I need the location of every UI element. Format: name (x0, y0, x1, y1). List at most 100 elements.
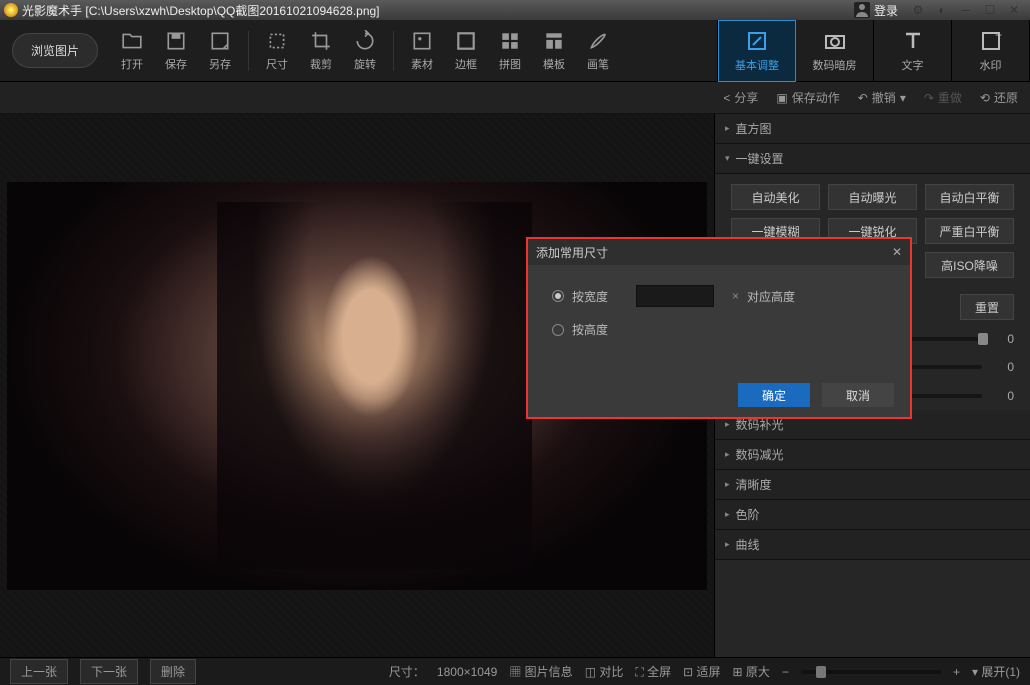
redo-button[interactable]: ↷重做 (924, 89, 962, 106)
restore-icon: ⟲ (980, 91, 990, 105)
size-value: 1800×1049 (437, 665, 497, 679)
width-input[interactable] (636, 285, 714, 307)
toolbar-separator (393, 31, 394, 71)
size-label: 尺寸： (389, 663, 425, 680)
zoom-slider[interactable] (801, 670, 941, 674)
save-action-button[interactable]: ▣保存动作 (776, 89, 839, 106)
tool-template[interactable]: 模板 (532, 21, 576, 81)
section-clarity[interactable]: ▸清晰度 (715, 470, 1030, 500)
dialog-close-button[interactable]: ✕ (892, 245, 902, 259)
tab-watermark[interactable]: +水印 (952, 20, 1030, 82)
cancel-button[interactable]: 取消 (822, 383, 894, 407)
browse-images-button[interactable]: 浏览图片 (12, 33, 98, 68)
file-path: [C:\Users\xzwh\Desktop\QQ截图2016102109462… (85, 4, 379, 18)
text-icon (901, 29, 925, 53)
brush-icon (587, 30, 609, 52)
preset-auto-exposure[interactable]: 自动曝光 (828, 184, 917, 210)
chevron-right-icon: ▸ (725, 123, 730, 134)
chevron-right-icon: ▸ (725, 449, 730, 460)
reset-button[interactable]: 重置 (960, 294, 1014, 320)
tool-rotate[interactable]: 旋转 (343, 21, 387, 81)
resize-icon (266, 30, 288, 52)
tool-size[interactable]: 尺寸 (255, 21, 299, 81)
rotate-icon (354, 30, 376, 52)
tab-darkroom[interactable]: 数码暗房 (796, 20, 874, 82)
fullscreen-button[interactable]: ⛶ 全屏 (635, 663, 671, 680)
zoom-out-button[interactable]: − (782, 665, 789, 679)
tool-saveas[interactable]: 另存 (198, 21, 242, 81)
maximize-button[interactable]: ☐ (978, 2, 1002, 18)
tool-border[interactable]: 边框 (444, 21, 488, 81)
tool-brush[interactable]: 画笔 (576, 21, 620, 81)
info-button[interactable]: ▦ 图片信息 (509, 663, 572, 680)
main-toolbar: 浏览图片 打开 保存 另存 尺寸 裁剪 旋转 素材 边框 拼图 模板 画笔 基本… (0, 20, 1030, 82)
user-icon (854, 2, 870, 18)
radio-by-width-row[interactable]: 按宽度 × 对应高度 (552, 285, 886, 307)
chevron-right-icon: ▸ (725, 419, 730, 430)
chevron-right-icon: ▸ (725, 539, 730, 550)
border-icon (455, 30, 477, 52)
radio-by-width[interactable] (552, 290, 564, 302)
tool-collage[interactable]: 拼图 (488, 21, 532, 81)
tool-material[interactable]: 素材 (400, 21, 444, 81)
svg-text:+: + (995, 29, 1002, 42)
radio-by-height[interactable] (552, 324, 564, 336)
chevron-down-icon: ▾ (725, 153, 730, 164)
dialog-title: 添加常用尺寸 (536, 244, 608, 261)
window-title: 光影魔术手 [C:\Users\xzwh\Desktop\QQ截图2016102… (22, 2, 854, 19)
next-image-button[interactable]: 下一张 (80, 659, 138, 684)
tab-text[interactable]: 文字 (874, 20, 952, 82)
restore-button[interactable]: ⟲还原 (980, 89, 1018, 106)
undo-button[interactable]: ↶撤销▾ (858, 89, 906, 106)
share-icon: < (723, 91, 730, 105)
times-icon: × (732, 289, 739, 303)
compare-button[interactable]: ◫ 对比 (585, 663, 624, 680)
section-histogram[interactable]: ▸直方图 (715, 114, 1030, 144)
zoom-thumb[interactable] (816, 666, 826, 678)
login-label: 登录 (874, 2, 898, 19)
radio-by-height-row[interactable]: 按高度 (552, 321, 886, 338)
save-icon (165, 30, 187, 52)
section-digital-reduce[interactable]: ▸数码减光 (715, 440, 1030, 470)
minimize-button[interactable]: ─ (954, 2, 978, 18)
zoom-in-button[interactable]: + (953, 665, 960, 679)
chevron-right-icon: ▸ (725, 509, 730, 520)
ok-button[interactable]: 确定 (738, 383, 810, 407)
section-onekey[interactable]: ▾一键设置 (715, 144, 1030, 174)
slider-thumb[interactable] (978, 333, 988, 345)
section-curves[interactable]: ▸曲线 (715, 530, 1030, 560)
settings-icon[interactable]: ⚙ (906, 2, 930, 18)
open-icon (121, 30, 143, 52)
add-size-dialog: 添加常用尺寸 ✕ 按宽度 × 对应高度 按高度 确定 取消 (526, 237, 912, 419)
dialog-body: 按宽度 × 对应高度 按高度 (528, 265, 910, 373)
template-icon (543, 30, 565, 52)
preset-auto-wb[interactable]: 自动白平衡 (925, 184, 1014, 210)
chevron-right-icon: ▸ (725, 479, 730, 490)
dialog-titlebar: 添加常用尺寸 ✕ (528, 239, 910, 265)
theme-icon[interactable]: ◐ (930, 2, 954, 18)
tool-crop[interactable]: 裁剪 (299, 21, 343, 81)
tab-basic-adjust[interactable]: 基本调整 (718, 20, 796, 82)
expand-button[interactable]: ▾ 展开(1) (972, 663, 1020, 680)
fit-button[interactable]: ⊡ 适屏 (683, 663, 720, 680)
login-button[interactable]: 登录 (854, 2, 898, 19)
app-name: 光影魔术手 (22, 4, 82, 18)
material-icon (411, 30, 433, 52)
titlebar: 光影魔术手 [C:\Users\xzwh\Desktop\QQ截图2016102… (0, 0, 1030, 20)
section-levels[interactable]: ▸色阶 (715, 500, 1030, 530)
preset-heavy-wb[interactable]: 严重白平衡 (925, 218, 1014, 244)
preset-high-iso[interactable]: 高ISO降噪 (925, 252, 1014, 278)
right-tabs: 基本调整 数码暗房 文字 +水印 (717, 20, 1030, 82)
original-button[interactable]: ⊞ 原大 (733, 663, 770, 680)
crop-icon (310, 30, 332, 52)
tool-save[interactable]: 保存 (154, 21, 198, 81)
tool-open[interactable]: 打开 (110, 21, 154, 81)
share-button[interactable]: <分享 (723, 89, 758, 106)
close-button[interactable]: ✕ (1002, 2, 1026, 18)
preset-auto-beautify[interactable]: 自动美化 (731, 184, 820, 210)
delete-button[interactable]: 删除 (150, 659, 196, 684)
toolbar-separator (248, 31, 249, 71)
actionbar: <分享 ▣保存动作 ↶撤销▾ ↷重做 ⟲还原 (0, 82, 1030, 114)
prev-image-button[interactable]: 上一张 (10, 659, 68, 684)
watermark-icon: + (979, 29, 1003, 53)
